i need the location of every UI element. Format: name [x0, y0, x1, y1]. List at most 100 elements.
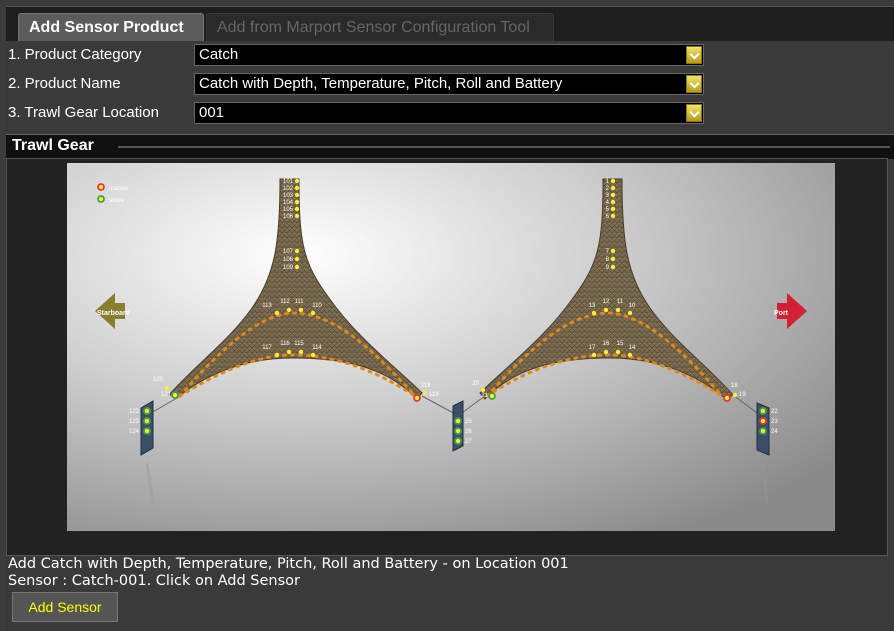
sensor-label-123: 123 [129, 419, 140, 425]
product-category-label: 1. Product Category [8, 46, 142, 63]
tab-add-from-config-tool[interactable]: Add from Marport Sensor Configuration To… [206, 13, 554, 41]
product-category-value: Catch [199, 46, 239, 63]
sensor-marker-113[interactable] [274, 310, 280, 316]
sensor-marker-9[interactable] [610, 264, 616, 270]
sensor-marker-117[interactable] [274, 352, 280, 358]
sensor-marker-103[interactable] [294, 192, 300, 198]
sensor-marker-24[interactable] [759, 427, 767, 435]
sensor-label-18: 18 [731, 383, 738, 389]
sensor-marker-10[interactable] [627, 310, 633, 316]
sensor-marker-111[interactable] [298, 307, 304, 313]
sensor-marker-110[interactable] [310, 310, 316, 316]
sensor-marker-5[interactable] [610, 206, 616, 212]
sensor-label-111: 111 [294, 299, 304, 305]
sensor-marker-2[interactable] [610, 185, 616, 191]
sensor-marker-17[interactable] [591, 352, 597, 358]
sensor-marker-12[interactable] [603, 307, 609, 313]
sensor-label-116: 116 [280, 341, 290, 347]
sensor-marker-15[interactable] [615, 349, 621, 355]
sensor-marker-122[interactable] [143, 407, 151, 415]
sensor-label-17: 17 [589, 345, 596, 351]
sensor-marker-119[interactable] [422, 390, 428, 396]
sensor-marker-120[interactable] [164, 385, 170, 391]
starboard-label: Starboard [97, 310, 130, 317]
sensor-label-102: 102 [283, 186, 294, 192]
legend-master: master [109, 185, 130, 192]
product-name-select[interactable]: Catch with Depth, Temperature, Pitch, Ro… [194, 73, 704, 95]
sensor-marker-108[interactable] [294, 256, 300, 262]
sensor-marker-20[interactable] [480, 387, 486, 393]
sensor-marker-8[interactable] [610, 256, 616, 262]
sensor-marker-107[interactable] [294, 248, 300, 254]
sensor-label-118: 118 [421, 383, 431, 389]
sensor-marker-104[interactable] [294, 199, 300, 205]
sensor-label-108: 108 [283, 257, 294, 263]
tab-bar: Add Sensor Product Add from Marport Sens… [6, 6, 894, 41]
status-line-2: Sensor : Catch-001. Click on Add Sensor [8, 573, 301, 589]
sensor-label-109: 109 [283, 265, 294, 271]
add-sensor-button[interactable]: Add Sensor [12, 592, 118, 622]
diagram-background [67, 163, 835, 531]
sensor-marker-115[interactable] [298, 349, 304, 355]
sensor-label-117: 117 [262, 345, 272, 351]
sensor-label-26: 26 [465, 429, 472, 435]
sensor-marker-6[interactable] [610, 213, 616, 219]
sensor-marker-121[interactable] [171, 391, 179, 399]
sensor-label-107: 107 [283, 249, 294, 255]
sensor-marker-112[interactable] [286, 307, 292, 313]
sensor-label-124: 124 [129, 429, 140, 435]
sensor-label-113: 113 [262, 303, 272, 309]
sensor-marker-1[interactable] [610, 178, 616, 184]
sensor-marker-101[interactable] [294, 178, 300, 184]
sensor-marker-16[interactable] [603, 349, 609, 355]
sensor-label-19: 19 [739, 392, 746, 398]
sensor-marker-21[interactable] [488, 392, 496, 400]
sensor-label-104: 104 [283, 200, 294, 206]
sensor-marker-118[interactable] [413, 394, 421, 402]
sensor-marker-23[interactable] [759, 417, 767, 425]
sensor-marker-123[interactable] [143, 417, 151, 425]
sensor-marker-19[interactable] [732, 392, 738, 398]
chevron-down-icon[interactable] [686, 104, 702, 122]
sensor-label-14: 14 [629, 345, 636, 351]
tab-add-sensor-product[interactable]: Add Sensor Product [18, 13, 204, 41]
sensor-marker-124[interactable] [143, 427, 151, 435]
sensor-marker-116[interactable] [286, 349, 292, 355]
sensor-label-16: 16 [603, 341, 610, 347]
sensor-marker-22[interactable] [759, 407, 767, 415]
sensor-marker-26[interactable] [454, 427, 462, 435]
sensor-marker-105[interactable] [294, 206, 300, 212]
sensor-marker-4[interactable] [610, 199, 616, 205]
sensor-label-15: 15 [617, 341, 624, 347]
sensor-marker-106[interactable] [294, 213, 300, 219]
sensor-label-106: 106 [283, 214, 294, 220]
trawl-gear-location-label: 3. Trawl Gear Location [8, 104, 159, 121]
sensor-marker-102[interactable] [294, 185, 300, 191]
sensor-marker-27[interactable] [454, 437, 462, 445]
trawl-gear-location-select[interactable]: 001 [194, 102, 704, 124]
panel-title: Trawl Gear [12, 137, 94, 154]
sensor-label-115: 115 [294, 341, 304, 347]
product-category-select[interactable]: Catch [194, 44, 704, 66]
status-line-1: Add Catch with Depth, Temperature, Pitch… [8, 556, 569, 572]
sensor-marker-14[interactable] [627, 352, 633, 358]
sensor-label-114: 114 [312, 345, 322, 351]
sensor-label-12: 12 [603, 299, 610, 305]
chevron-down-icon[interactable] [686, 46, 702, 64]
trawl-gear-panel: master slave Starboard Port 101 102 103 104… [6, 158, 888, 556]
sensor-label-120: 120 [153, 377, 164, 383]
sensor-marker-25[interactable] [454, 417, 462, 425]
sensor-label-10: 10 [629, 303, 636, 309]
sensor-marker-11[interactable] [615, 307, 621, 313]
trawl-gear-panel-header: Trawl Gear [6, 134, 894, 159]
sensor-marker-13[interactable] [591, 310, 597, 316]
sensor-label-21: 21 [481, 393, 488, 399]
sensor-label-122: 122 [129, 409, 140, 415]
sensor-marker-114[interactable] [310, 352, 316, 358]
chevron-down-icon[interactable] [686, 75, 702, 93]
sensor-marker-18[interactable] [723, 394, 731, 402]
sensor-label-103: 103 [283, 193, 294, 199]
sensor-marker-3[interactable] [610, 192, 616, 198]
sensor-marker-109[interactable] [294, 264, 300, 270]
sensor-marker-7[interactable] [610, 248, 616, 254]
